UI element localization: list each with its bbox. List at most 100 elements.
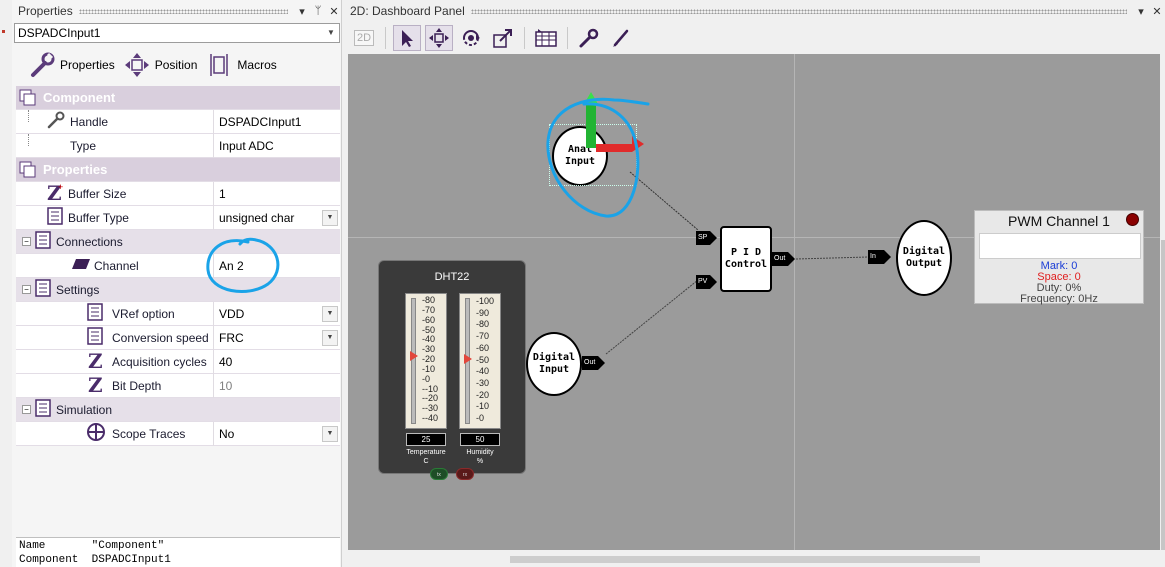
section-properties[interactable]: Properties (16, 158, 340, 182)
horizontal-scroll-thumb[interactable] (510, 556, 980, 563)
digital-output-node[interactable]: Digital Output (896, 220, 952, 296)
pin-out-pid[interactable]: Out (772, 252, 795, 266)
rotate-tool-button[interactable] (457, 25, 485, 51)
pin-in[interactable]: In (868, 250, 891, 264)
svg-text:+: + (58, 182, 63, 192)
tab-properties[interactable]: Properties (28, 51, 115, 79)
humidity-tick-label: -60 (476, 342, 490, 353)
property-row-conversion-speed[interactable]: Conversion speed FRC ▼ (16, 325, 340, 350)
component-selector[interactable]: DSPADCInput1 ▼ (14, 23, 340, 43)
vertical-scrollbar[interactable] (1160, 54, 1165, 550)
section-title: Component (43, 90, 116, 105)
humidity-tick-label: -40 (476, 366, 490, 377)
component-library-button[interactable] (532, 25, 560, 51)
tab-position[interactable]: Position (123, 51, 198, 79)
property-row-type[interactable]: Type Input ADC (16, 133, 340, 158)
vref-select[interactable]: VDD ▼ (214, 302, 340, 326)
list-icon (34, 230, 56, 253)
temperature-readout: 25 (406, 433, 446, 446)
dropdown-icon[interactable]: ▾ (294, 5, 310, 18)
section-title: Simulation (56, 402, 113, 417)
section-simulation[interactable]: − Simulation (16, 398, 340, 422)
chevron-down-icon[interactable]: ▼ (322, 209, 338, 226)
vertical-scroll-thumb[interactable] (1161, 240, 1165, 550)
property-name-cell: Z Bit Depth (16, 373, 214, 398)
component-selector-value: DSPADCInput1 (18, 26, 101, 40)
pid-control-node[interactable]: P I D Control (720, 226, 772, 292)
property-value[interactable]: 40 (214, 350, 340, 374)
toolbar-separator (524, 27, 525, 49)
pwm-frequency: Frequency: 0Hz (1020, 293, 1098, 305)
close-icon[interactable]: ✕ (1149, 5, 1165, 18)
humidity-tick-label: -50 (476, 354, 490, 365)
scale-tool-button[interactable] (489, 25, 517, 51)
pin-icon[interactable]: ᛘ (310, 5, 326, 17)
property-value[interactable]: 1 (214, 182, 340, 206)
2d-mode-button[interactable]: 2D (350, 25, 378, 51)
property-row-handle[interactable]: Handle DSPADCInput1 (16, 109, 340, 134)
svg-text:Z: Z (88, 374, 103, 394)
pin-out-pid-label: Out (774, 255, 786, 262)
list-icon (34, 278, 56, 301)
property-value[interactable]: DSPADCInput1 (214, 110, 340, 134)
chevron-down-icon[interactable]: ▼ (322, 305, 338, 322)
pid-control-label: P I D Control (724, 247, 768, 270)
chevron-down-icon[interactable]: ▼ (322, 425, 338, 442)
property-value: Input ADC (219, 138, 274, 153)
title-grip[interactable] (470, 8, 1127, 14)
pwm-display (979, 233, 1141, 259)
property-label: Type (70, 138, 97, 153)
properties-tool-button[interactable] (575, 25, 603, 51)
title-grip[interactable] (78, 8, 288, 14)
wrench-icon (579, 28, 599, 48)
collapse-icon[interactable]: − (22, 405, 31, 414)
temperature-bar (411, 298, 416, 424)
collapse-icon[interactable]: − (22, 285, 31, 294)
dashboard-canvas[interactable]: Anal Input P I D Control SP PV Out Digit… (348, 54, 1160, 550)
horizontal-scrollbar[interactable] (348, 552, 1160, 567)
property-name-cell: Z + Buffer Size (16, 181, 214, 206)
section-settings[interactable]: − Settings (16, 278, 340, 302)
section-connections[interactable]: − Connections (16, 230, 340, 254)
humidity-unit: % (476, 458, 484, 465)
list-icon (86, 326, 112, 349)
status-key-1: Name (19, 540, 46, 552)
properties-tabs: Properties Position Macros (28, 48, 277, 82)
2d-mode-label: 2D (353, 30, 375, 46)
toolbar-separator (385, 27, 386, 49)
property-row-buffer-type[interactable]: Buffer Type unsigned char ▼ (16, 205, 340, 230)
dropdown-icon[interactable]: ▾ (1133, 5, 1149, 18)
chevron-down-icon[interactable]: ▼ (322, 329, 338, 346)
select-tool-button[interactable] (393, 25, 421, 51)
property-name-cell: Z Acquisition cycles (16, 349, 214, 374)
section-icon (17, 87, 39, 109)
pin-pv[interactable]: PV (696, 275, 717, 289)
property-row-bit-depth[interactable]: Z Bit Depth 10 (16, 373, 340, 398)
scope-traces-select[interactable]: No ▼ (214, 422, 340, 446)
property-row-channel[interactable]: Channel An 2 (16, 253, 340, 278)
dht22-widget[interactable]: DHT22 -80 -70 -60 -50 -40 -30 -20 -10 -0 --10 --20… (378, 260, 526, 480)
buffer-type-select[interactable]: unsigned char ▼ (214, 206, 340, 230)
chevron-down-icon[interactable]: ▼ (323, 24, 339, 42)
pwm-channel-widget[interactable]: PWM Channel 1 Mark: 0 Space: 0 Duty: 0% … (974, 210, 1144, 305)
pin-pv-label: PV (698, 278, 708, 285)
property-row-acquisition-cycles[interactable]: Z Acquisition cycles 40 (16, 349, 340, 374)
pin-sp[interactable]: SP (696, 231, 717, 245)
temperature-label: Temperature (406, 449, 446, 456)
move-tool-button[interactable] (425, 25, 453, 51)
status-val-1: "Component" (91, 540, 165, 552)
conversion-speed-select[interactable]: FRC ▼ (214, 326, 340, 350)
digital-input-node[interactable]: Digital Input (526, 332, 582, 396)
tab-macros[interactable]: Macros (205, 51, 277, 79)
brush-tool-button[interactable] (607, 25, 635, 51)
property-row-vref[interactable]: VRef option VDD ▼ (16, 301, 340, 326)
annotation-circle (206, 237, 280, 293)
close-icon[interactable]: ✕ (326, 5, 342, 18)
property-row-buffer-size[interactable]: Z + Buffer Size 1 (16, 181, 340, 206)
svg-text:Z: Z (88, 350, 103, 370)
collapse-icon[interactable]: − (22, 237, 31, 246)
property-row-scope-traces[interactable]: Scope Traces No ▼ (16, 421, 340, 446)
pin-out-di[interactable]: Out (582, 356, 605, 370)
tab-position-label: Position (154, 58, 198, 72)
section-component[interactable]: Component (16, 86, 340, 110)
